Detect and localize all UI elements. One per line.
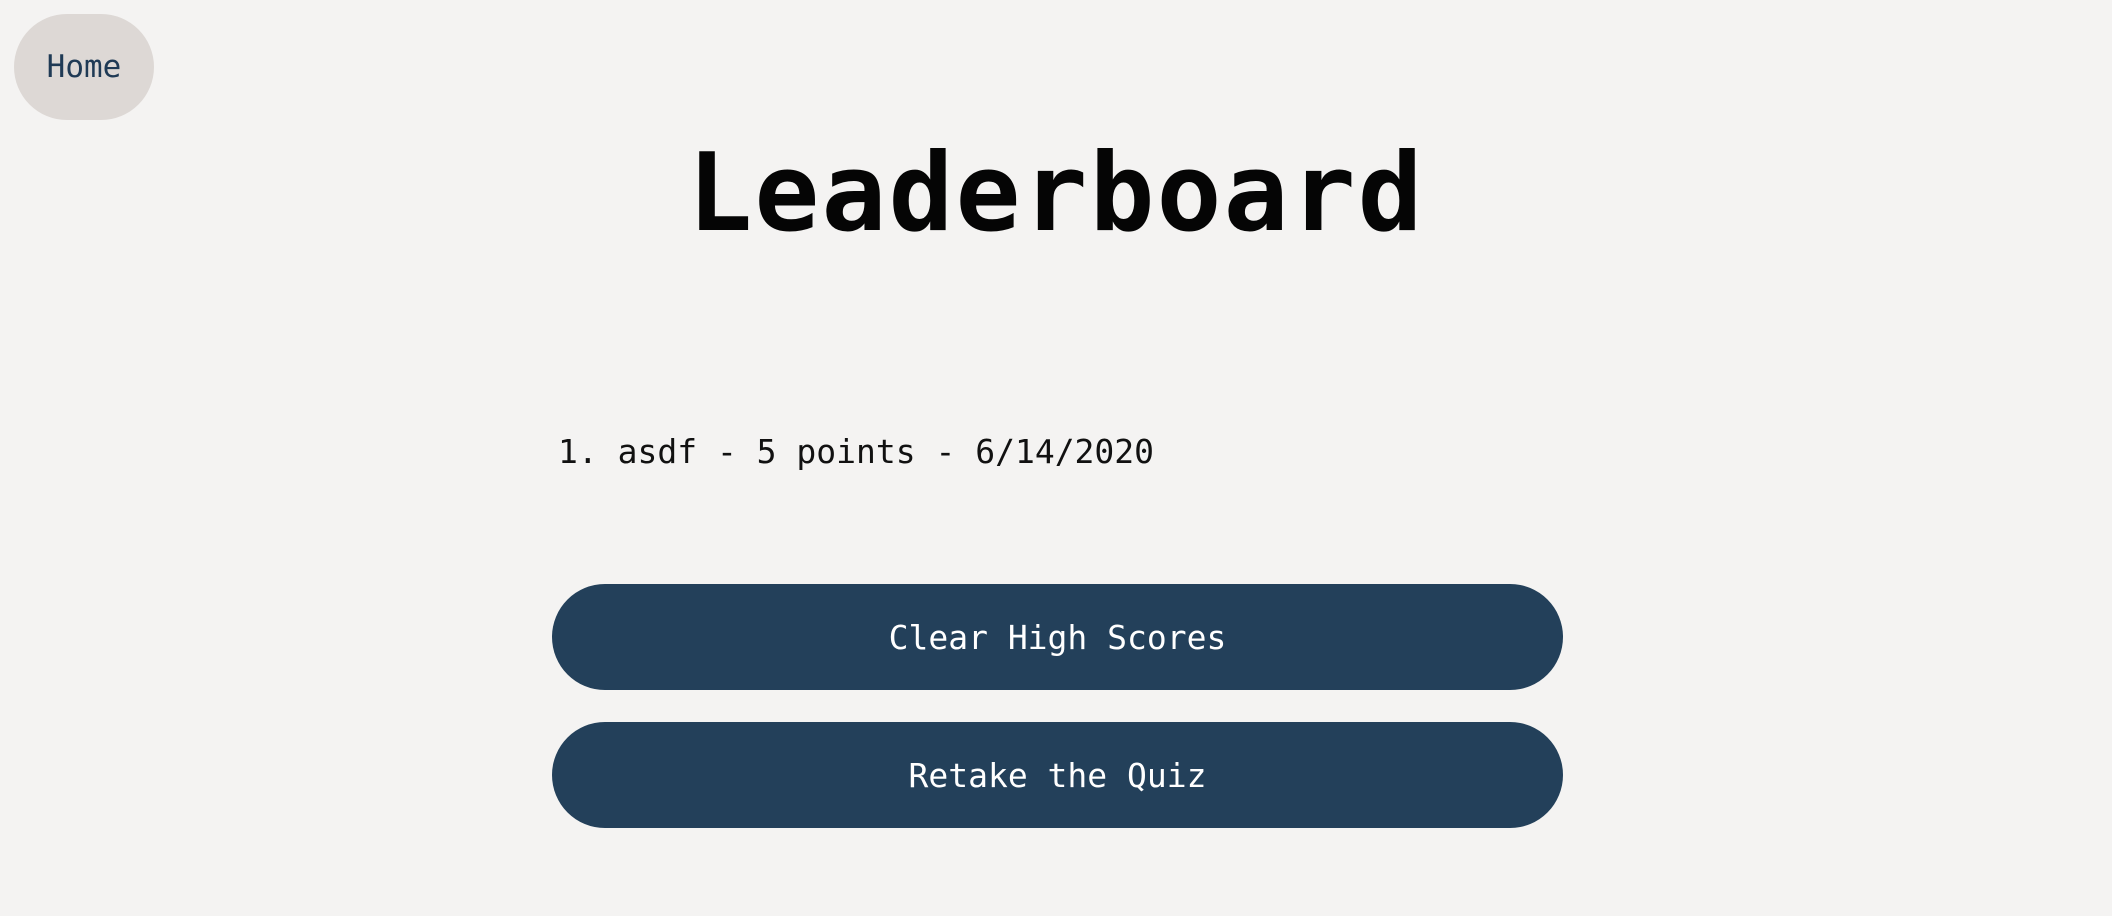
retake-quiz-button[interactable]: Retake the Quiz xyxy=(552,722,1563,828)
high-score-list: 1. asdf - 5 points - 6/14/2020 xyxy=(558,430,1154,474)
high-score-entry: 1. asdf - 5 points - 6/14/2020 xyxy=(558,432,1155,471)
clear-high-scores-button[interactable]: Clear High Scores xyxy=(552,584,1563,690)
home-button[interactable]: Home xyxy=(14,14,154,120)
page-title: Leaderboard xyxy=(687,131,1425,256)
